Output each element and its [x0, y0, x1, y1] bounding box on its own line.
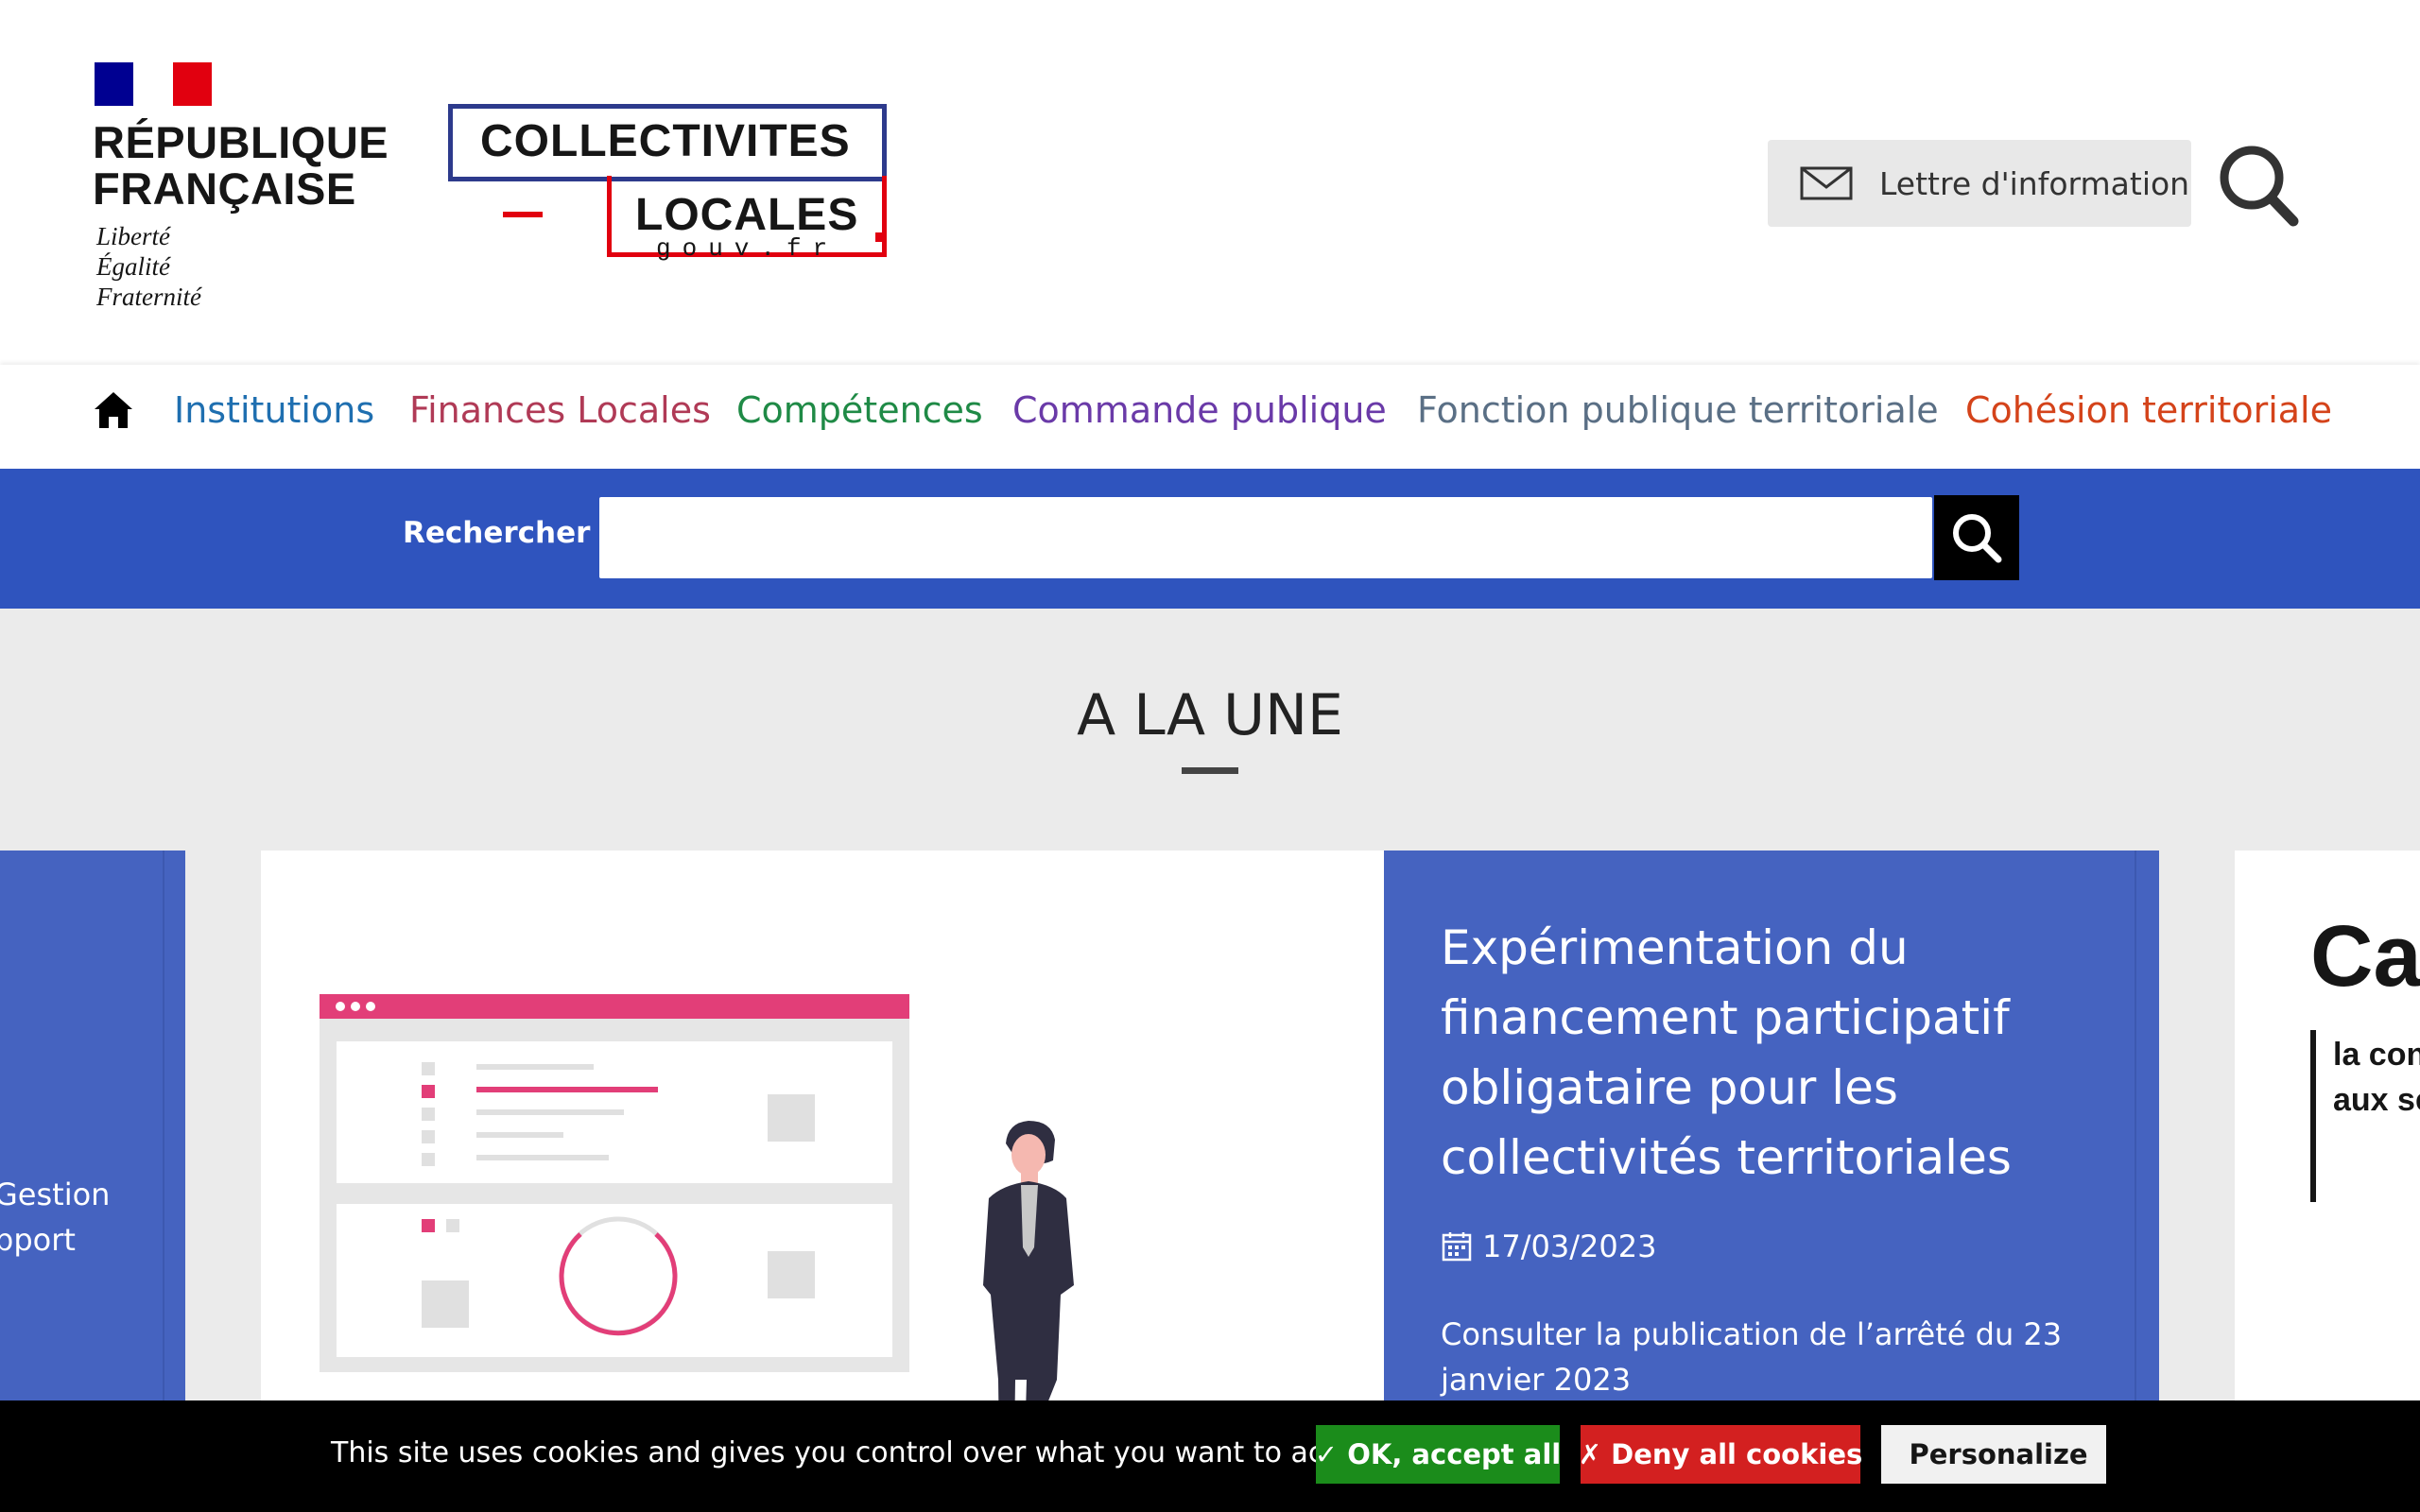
- french-flag-marianne-icon: [95, 62, 212, 106]
- main-nav: Institutions Finances Locales Compétence…: [0, 365, 2420, 469]
- calendar-icon: [1442, 1232, 1472, 1262]
- rf-motto-line1: Liberté: [96, 222, 170, 250]
- search-submit-button[interactable]: [1934, 495, 2019, 580]
- article-title[interactable]: Expérimentation du financement participa…: [1441, 913, 2102, 1193]
- rf-name: RÉPUBLIQUE FRANÇAISE: [93, 119, 389, 212]
- logo-text-line1: COLLECTIVITES: [480, 116, 851, 166]
- rf-name-line1: RÉPUBLIQUE: [93, 117, 389, 167]
- nav-item-commande-publique[interactable]: Commande publique: [1012, 389, 1387, 431]
- section-title-underline: [1182, 767, 1238, 774]
- personalize-label: Personalize: [1909, 1438, 2088, 1470]
- nav-item-competences[interactable]: Compétences: [736, 389, 983, 431]
- rf-motto-line3: Fraternité: [96, 283, 201, 311]
- search-icon: [2220, 146, 2299, 227]
- cookie-banner: This site uses cookies and gives you con…: [0, 1400, 2420, 1512]
- search-label: Rechercher: [403, 516, 591, 550]
- republique-francaise-logo[interactable]: RÉPUBLIQUE FRANÇAISE Liberté Égalité Fra…: [93, 60, 395, 316]
- previous-card-line1: Gestion: [0, 1177, 111, 1212]
- nav-item-finances-locales[interactable]: Finances Locales: [409, 389, 711, 431]
- nav-item-fonction-publique[interactable]: Fonction publique territoriale: [1417, 389, 1939, 431]
- newsletter-button[interactable]: Lettre d'information: [1768, 140, 2191, 227]
- home-icon: [95, 392, 132, 428]
- rf-name-line2: FRANÇAISE: [93, 163, 356, 214]
- section-title: A LA UNE: [1077, 682, 1343, 748]
- search-input[interactable]: [599, 497, 1932, 578]
- personalize-cookies-button[interactable]: Personalize: [1881, 1425, 2106, 1484]
- next-card-text: la con aux se: [2333, 1032, 2420, 1123]
- newsletter-label: Lettre d'information: [1879, 164, 2190, 202]
- accept-cookies-button[interactable]: ✓ OK, accept all: [1315, 1425, 1561, 1484]
- logo-text-line2: LOCALES: [635, 190, 859, 240]
- logo-subtext: gouv.fr: [656, 234, 839, 263]
- search-icon: [1953, 514, 2002, 563]
- envelope-icon: [1800, 166, 1853, 200]
- previous-card-snippet: Gestion pport: [0, 1172, 110, 1263]
- previous-card-line2: pport: [0, 1222, 76, 1258]
- article-date-text: 17/03/2023: [1482, 1228, 1657, 1264]
- article-date: 17/03/2023: [1441, 1228, 1656, 1264]
- search-band: Rechercher: [0, 469, 2420, 609]
- nav-home[interactable]: [93, 389, 134, 431]
- next-card-heading: Ca: [2310, 908, 2420, 1005]
- logo-red-dash: [503, 212, 543, 217]
- rf-motto-line2: Égalité: [96, 252, 170, 281]
- next-card-line2: aux se: [2333, 1082, 2420, 1118]
- next-card-line1: la con: [2333, 1037, 2420, 1073]
- header-search-button[interactable]: [2218, 142, 2299, 227]
- logo-red-dot: [875, 232, 885, 242]
- nav-item-institutions[interactable]: Institutions: [174, 389, 374, 431]
- article-description: Consulter la publication de l’arrêté du …: [1441, 1316, 2063, 1398]
- site-header: RÉPUBLIQUE FRANÇAISE Liberté Égalité Fra…: [0, 0, 2420, 365]
- deny-cookies-button[interactable]: ✗ Deny all cookies: [1579, 1425, 1862, 1484]
- next-card-bar: [2310, 1030, 2316, 1202]
- rf-motto: Liberté Égalité Fraternité: [96, 221, 201, 312]
- collectivites-locales-logo[interactable]: COLLECTIVITES LOCALES gouv.fr: [444, 102, 894, 268]
- cookie-message: This site uses cookies and gives you con…: [331, 1436, 1406, 1469]
- nav-item-cohesion-territoriale[interactable]: Cohésion territoriale: [1965, 389, 2332, 431]
